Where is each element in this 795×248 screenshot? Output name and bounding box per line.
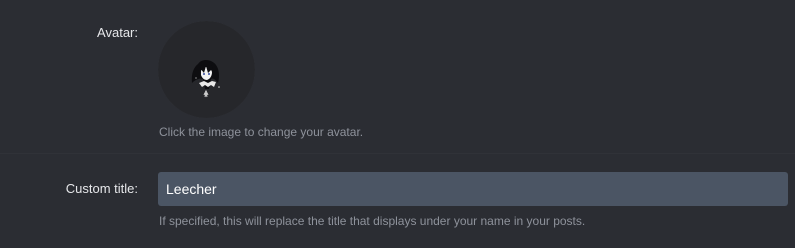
- custom-title-label: Custom title:: [65, 181, 138, 196]
- avatar-image[interactable]: [158, 21, 255, 118]
- avatar-artwork: [158, 21, 255, 118]
- avatar-label: Avatar:: [97, 25, 138, 40]
- account-details-form: Avatar: Click the image to change your a…: [0, 0, 795, 248]
- section-divider: [0, 153, 795, 154]
- avatar-hint: Click the image to change your avatar.: [159, 125, 364, 139]
- custom-title-hint: If specified, this will replace the titl…: [159, 214, 586, 228]
- custom-title-input[interactable]: [158, 172, 788, 206]
